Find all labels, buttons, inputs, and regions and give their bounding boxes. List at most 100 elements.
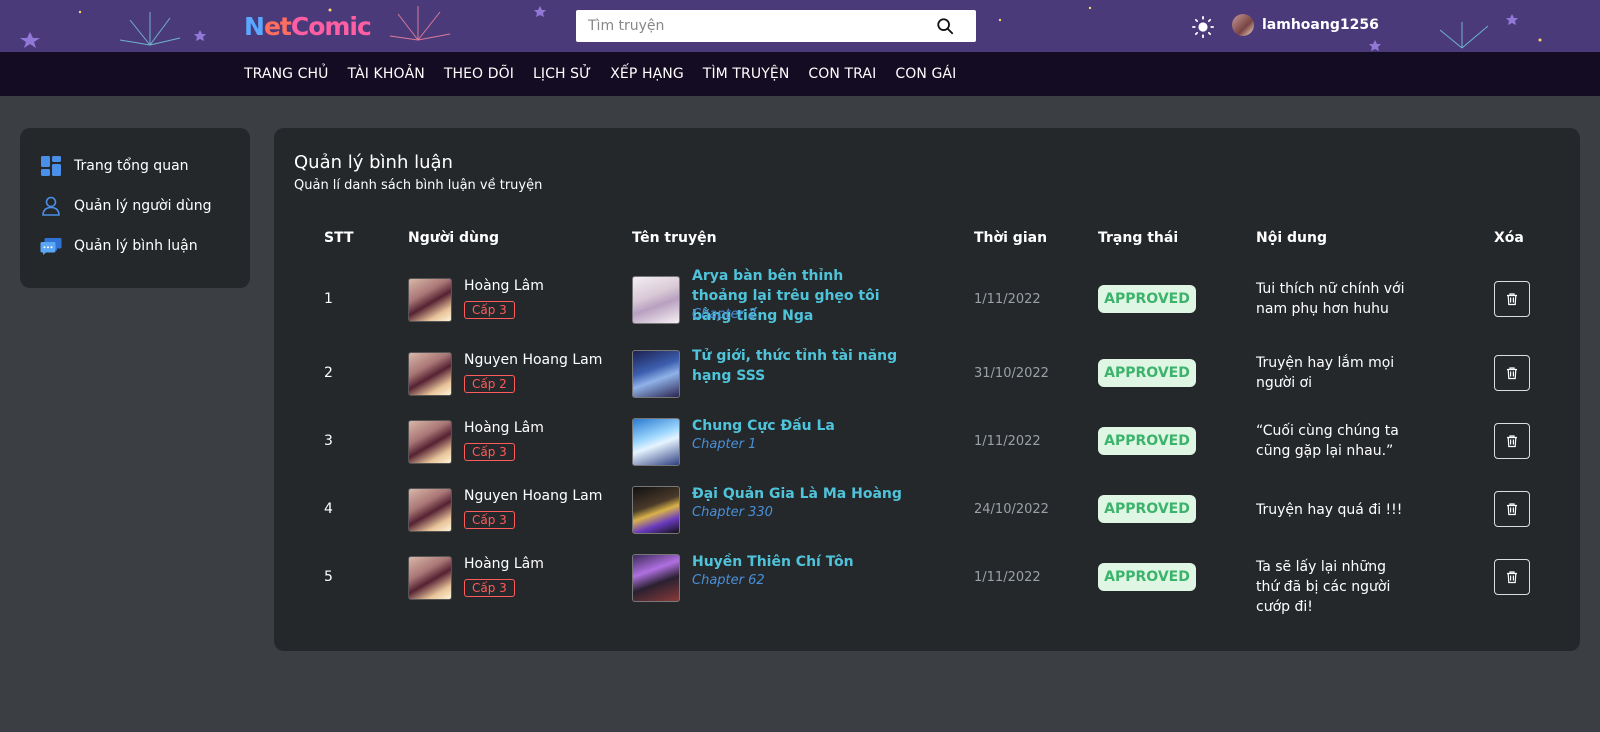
netcomic-logo[interactable]: NetComic [244, 12, 372, 41]
trash-icon [1507, 435, 1517, 448]
chapter-link[interactable]: Chapter 1 [692, 437, 756, 452]
main-nav: TRANG CHỦ TÀI KHOẢN THEO DÕI LỊCH SỬ XẾP… [0, 52, 1600, 96]
delete-button[interactable] [1494, 355, 1530, 391]
level-badge: Cấp 3 [464, 443, 515, 461]
row-index: 3 [324, 433, 333, 449]
comic-cover[interactable] [632, 486, 680, 534]
status-badge: APPROVED [1098, 563, 1196, 591]
comments-panel: Quản lý bình luận Quản lí danh sách bình… [274, 128, 1580, 651]
search-box [576, 10, 976, 42]
comic-title-link[interactable]: Đại Quản Gia Là Ma Hoàng [692, 484, 902, 504]
user-avatar [408, 278, 452, 322]
logo-letter-n: N [244, 12, 265, 41]
row-index: 2 [324, 365, 333, 381]
user-name: Nguyen Hoang Lam [464, 488, 603, 504]
trash-icon [1507, 571, 1517, 584]
comment-content: Tui thích nữ chính với nam phụ hơn huhu [1256, 281, 1405, 317]
admin-sidebar: Trang tổng quan Quản lý người dùng Quản … [20, 128, 250, 288]
trash-icon [1507, 367, 1517, 380]
dashboard-icon [41, 156, 61, 176]
row-index: 1 [324, 291, 333, 307]
sidebar-item-label: Quản lý bình luận [74, 238, 198, 254]
col-header-user: Người dùng [408, 230, 499, 246]
nav-account[interactable]: TÀI KHOẢN [348, 66, 425, 82]
comment-content: Truyện hay lắm mọi người ơi [1256, 355, 1395, 391]
user-avatar [408, 352, 452, 396]
comment-time: 31/10/2022 [974, 366, 1049, 381]
nav-ranking[interactable]: XẾP HẠNG [610, 66, 684, 82]
sidebar-item-dashboard[interactable]: Trang tổng quan [40, 146, 230, 186]
user-menu[interactable]: lamhoang1256 [1232, 14, 1379, 36]
user-name: Hoàng Lâm [464, 278, 544, 294]
status-badge: APPROVED [1098, 427, 1196, 455]
avatar [1232, 14, 1254, 36]
table-row: 5 Hoàng Lâm Cấp 3 Huyền Thiên Chí Tôn Ch… [274, 544, 1580, 615]
col-header-status: Trạng thái [1098, 230, 1179, 246]
comment-content: “Cuối cùng chúng ta cũng gặp lại nhau.” [1256, 423, 1399, 459]
level-badge: Cấp 2 [464, 375, 515, 393]
trash-icon [1507, 503, 1517, 516]
col-header-title: Tên truyện [632, 230, 717, 246]
col-header-time: Thời gian [974, 230, 1048, 246]
delete-button[interactable] [1494, 559, 1530, 595]
nav-history[interactable]: LỊCH SỬ [533, 66, 591, 82]
comic-title-link[interactable]: Chung Cực Đấu La [692, 416, 902, 436]
nav-following[interactable]: THEO DÕI [444, 66, 514, 82]
table-row: 3 Hoàng Lâm Cấp 3 Chung Cực Đấu La Chapt… [274, 408, 1580, 476]
user-name: Nguyen Hoang Lam [464, 352, 603, 368]
comic-cover[interactable] [632, 554, 680, 602]
comment-time: 24/10/2022 [974, 502, 1049, 517]
delete-button[interactable] [1494, 423, 1530, 459]
comment-content: Ta sẽ lấy lại những thứ đã bị các người … [1256, 559, 1391, 615]
logo-word-comic: Comic [290, 12, 372, 41]
comic-cover[interactable] [632, 350, 680, 398]
col-header-delete: Xóa [1494, 230, 1524, 246]
top-header: NetComic lamhoang1256 [0, 0, 1600, 52]
delete-button[interactable] [1494, 281, 1530, 317]
comments-icon [40, 238, 62, 255]
nav-home[interactable]: TRANG CHỦ [244, 66, 329, 82]
comment-content: Truyện hay quá đi !!! [1256, 502, 1403, 518]
table-row: 2 Nguyen Hoang Lam Cấp 2 Tử giới, thức t… [274, 340, 1580, 408]
search-icon[interactable] [936, 17, 954, 35]
comic-cover[interactable] [632, 276, 680, 324]
user-avatar [408, 488, 452, 532]
nav-search[interactable]: TÌM TRUYỆN [703, 66, 790, 82]
comment-time: 1/11/2022 [974, 292, 1041, 307]
table-row: 1 Hoàng Lâm Cấp 3 Arya bàn bên thỉnh tho… [274, 266, 1580, 334]
comment-time: 1/11/2022 [974, 434, 1041, 449]
col-header-stt: STT [324, 230, 354, 246]
username: lamhoang1256 [1262, 17, 1379, 33]
comic-title-link[interactable]: Tử giới, thức tỉnh tài năng hạng SSS [692, 346, 902, 386]
search-input[interactable] [576, 10, 916, 42]
page-subtitle: Quản lí danh sách bình luận về truyện [294, 178, 543, 193]
table-row: 4 Nguyen Hoang Lam Cấp 3 Đại Quản Gia Là… [274, 476, 1580, 544]
comic-cover[interactable] [632, 418, 680, 466]
col-header-content: Nội dung [1256, 230, 1327, 246]
status-badge: APPROVED [1098, 285, 1196, 313]
row-index: 4 [324, 501, 333, 517]
chapter-link[interactable]: Chapter 2 [692, 307, 756, 322]
delete-button[interactable] [1494, 491, 1530, 527]
sidebar-item-label: Trang tổng quan [74, 158, 189, 174]
sidebar-item-label: Quản lý người dùng [74, 198, 212, 214]
sun-icon[interactable] [1192, 16, 1214, 38]
level-badge: Cấp 3 [464, 511, 515, 529]
logo-letters-et: et [263, 12, 292, 41]
sidebar-item-users[interactable]: Quản lý người dùng [40, 186, 230, 226]
nav-boys[interactable]: CON TRAI [808, 66, 876, 82]
comic-title-link[interactable]: Huyền Thiên Chí Tôn [692, 552, 902, 572]
chapter-link[interactable]: Chapter 62 [692, 573, 765, 588]
row-index: 5 [324, 569, 333, 585]
chapter-link[interactable]: Chapter 330 [692, 505, 773, 520]
comment-time: 1/11/2022 [974, 570, 1041, 585]
level-badge: Cấp 3 [464, 301, 515, 319]
user-name: Hoàng Lâm [464, 556, 544, 572]
status-badge: APPROVED [1098, 359, 1196, 387]
sidebar-item-comments[interactable]: Quản lý bình luận [40, 226, 230, 266]
user-name: Hoàng Lâm [464, 420, 544, 436]
trash-icon [1507, 293, 1517, 306]
user-icon [42, 196, 60, 216]
user-avatar [408, 420, 452, 464]
nav-girls[interactable]: CON GÁI [895, 66, 956, 82]
